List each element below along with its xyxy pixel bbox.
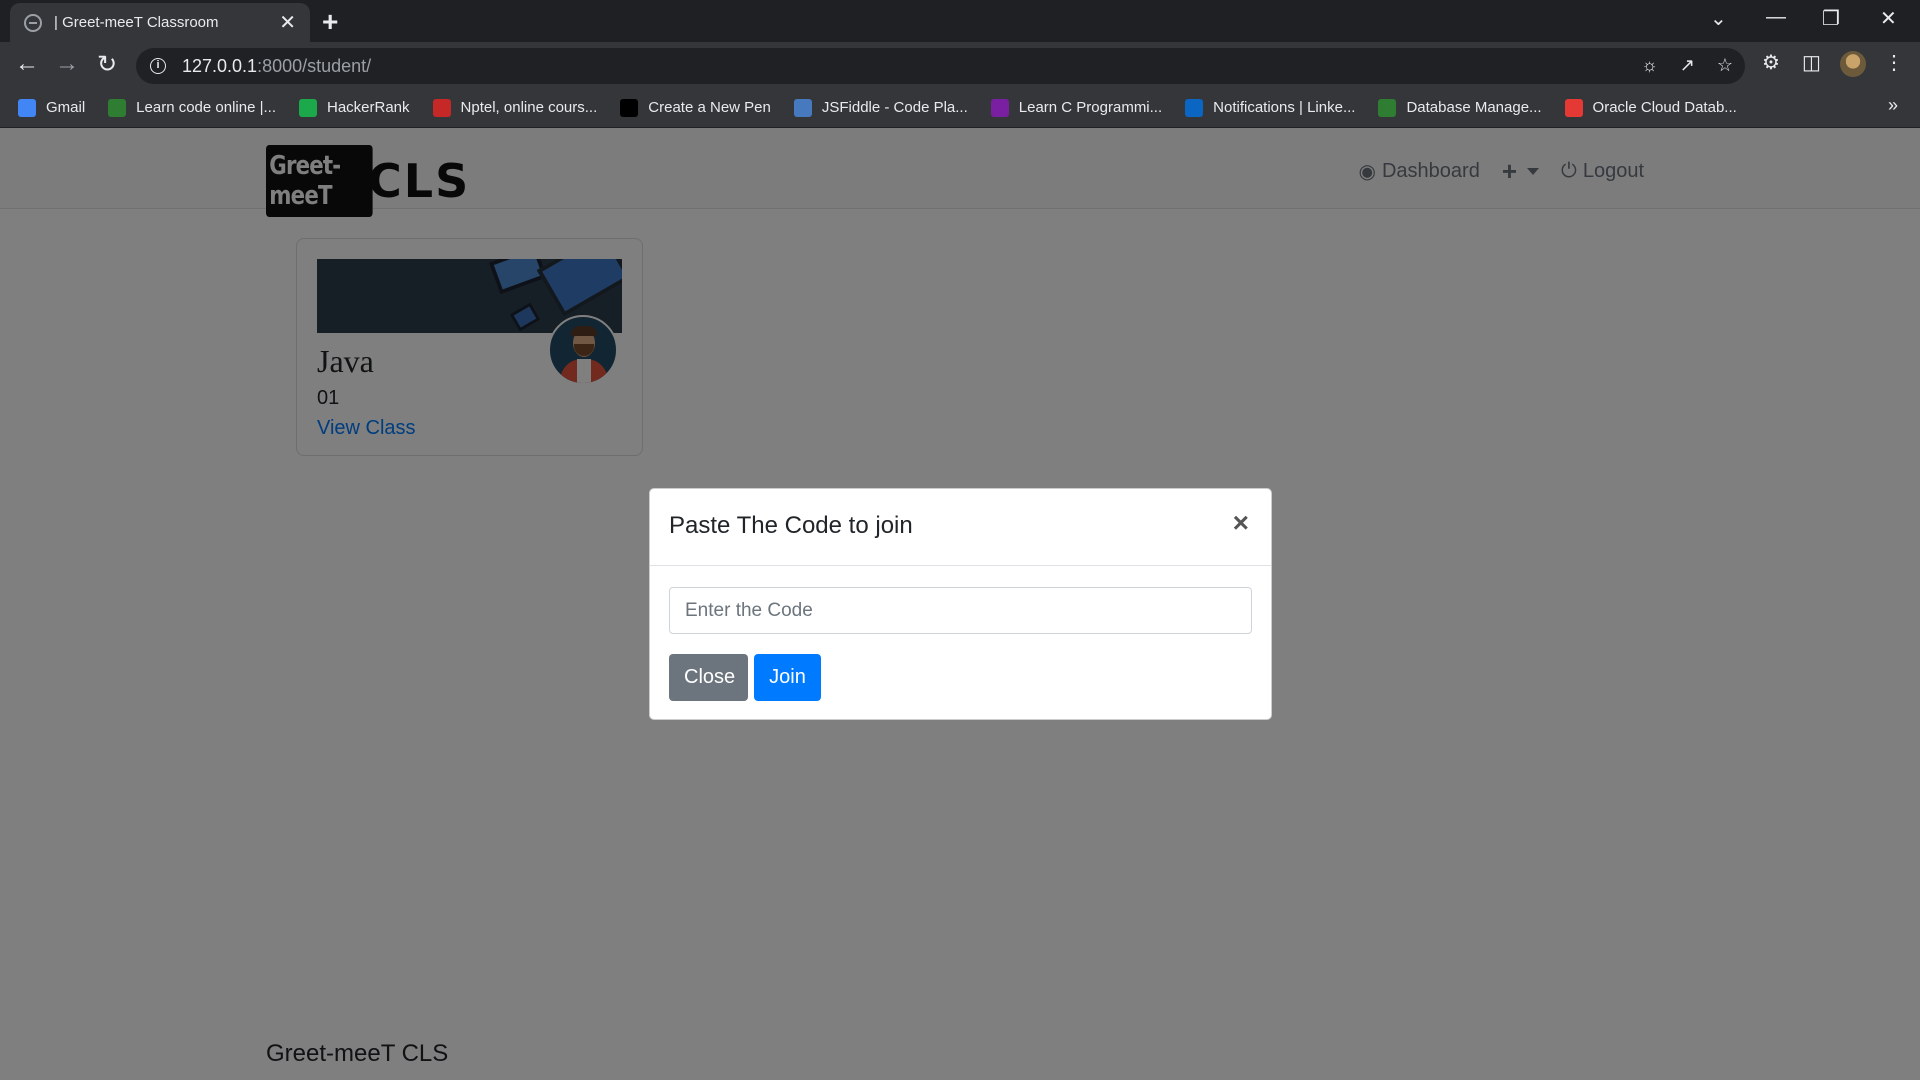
bookmark-item[interactable]: Database Manage... <box>1378 98 1542 117</box>
share-icon[interactable]: ↗ <box>1680 55 1695 76</box>
more-bookmarks-icon[interactable]: » <box>1888 95 1898 116</box>
tab-close-icon[interactable]: ✕ <box>279 10 296 35</box>
tab-title: | Greet-meeT Classroom <box>54 14 219 31</box>
address-bar[interactable]: i 127.0.0.1:8000/student/ ☼ ↗ ☆ <box>136 48 1745 84</box>
extensions-icon[interactable]: ⚙ <box>1762 50 1780 75</box>
new-tab-button[interactable]: + <box>322 6 338 38</box>
bookmark-label: Create a New Pen <box>648 99 771 116</box>
reload-icon[interactable]: ↻ <box>92 50 122 79</box>
site-info-icon[interactable]: i <box>150 58 166 74</box>
globe-icon <box>24 13 42 32</box>
learn-code-icon <box>108 98 127 117</box>
bookmark-item[interactable]: Create a New Pen <box>620 98 771 117</box>
join-class-modal: Paste The Code to join × Close Join <box>649 488 1272 720</box>
linkedin-icon <box>1185 98 1204 117</box>
google-icon <box>18 98 36 117</box>
modal-close-icon[interactable]: × <box>1233 509 1249 537</box>
bookmark-item[interactable]: JSFiddle - Code Pla... <box>793 98 968 117</box>
database-icon <box>1378 98 1397 117</box>
bookmark-item[interactable]: Notifications | Linke... <box>1185 98 1356 117</box>
bookmark-item[interactable]: Nptel, online cours... <box>432 98 598 117</box>
bookmark-label: Learn C Programmi... <box>1018 99 1163 116</box>
join-button[interactable]: Join <box>754 654 821 701</box>
codepen-icon <box>620 98 639 117</box>
bookmark-label: HackerRank <box>327 99 410 116</box>
bookmark-star-icon[interactable]: ☆ <box>1717 55 1733 76</box>
minimize-icon[interactable]: — <box>1766 6 1786 29</box>
url-host: 127.0.0.1 <box>182 55 258 76</box>
close-button[interactable]: Close <box>669 654 748 701</box>
window-close-icon[interactable]: ✕ <box>1880 6 1897 31</box>
tab-strip: | Greet-meeT Classroom ✕ + ⌄ — ❐ ✕ <box>0 0 1920 42</box>
restore-icon[interactable]: ❐ <box>1822 6 1840 31</box>
bookmark-label: Gmail <box>46 99 86 116</box>
class-code-input[interactable] <box>669 587 1252 634</box>
learn-c-icon <box>990 98 1009 117</box>
bookmark-label: Notifications | Linke... <box>1213 99 1356 116</box>
menu-kebab-icon[interactable]: ⋮ <box>1884 50 1904 75</box>
side-panel-icon[interactable]: ◫ <box>1802 50 1821 75</box>
modal-title: Paste The Code to join <box>669 512 913 539</box>
browser-tab[interactable]: | Greet-meeT Classroom ✕ <box>10 3 310 42</box>
url-path: :8000/student/ <box>257 55 372 76</box>
jsfiddle-icon <box>793 98 812 117</box>
bookmark-label: Oracle Cloud Datab... <box>1592 99 1737 116</box>
bookmark-label: Learn code online |... <box>136 99 276 116</box>
nptel-icon <box>432 98 451 117</box>
hackerrank-icon <box>299 98 317 117</box>
bookmark-label: JSFiddle - Code Pla... <box>821 99 968 116</box>
bookmark-label: Database Manage... <box>1406 99 1542 116</box>
bookmark-item[interactable]: Learn C Programmi... <box>990 98 1163 117</box>
modal-header: Paste The Code to join × <box>650 489 1271 566</box>
translate-icon[interactable]: ☼ <box>1641 55 1658 76</box>
page: Greet-meeT CLS ◉ Dashboard + ⏻ Logout <box>0 128 1920 1080</box>
tab-search-icon[interactable]: ⌄ <box>1710 6 1727 31</box>
bookmark-item[interactable]: Gmail <box>18 98 86 117</box>
bookmark-item[interactable]: Learn code online |... <box>108 98 276 117</box>
profile-avatar[interactable] <box>1840 51 1866 77</box>
back-icon[interactable]: ← <box>12 50 42 78</box>
oracle-icon <box>1564 98 1583 117</box>
bookmark-label: Nptel, online cours... <box>460 99 598 116</box>
forward-icon[interactable]: → <box>52 50 82 78</box>
bookmark-item[interactable]: Oracle Cloud Datab... <box>1564 98 1737 117</box>
bookmark-item[interactable]: HackerRank <box>299 98 410 117</box>
bookmarks-bar: Gmail Learn code online |... HackerRank Npt… <box>0 88 1920 128</box>
browser-toolbar: ← → ↻ i 127.0.0.1:8000/student/ ☼ ↗ ☆ ⚙ … <box>0 42 1920 88</box>
